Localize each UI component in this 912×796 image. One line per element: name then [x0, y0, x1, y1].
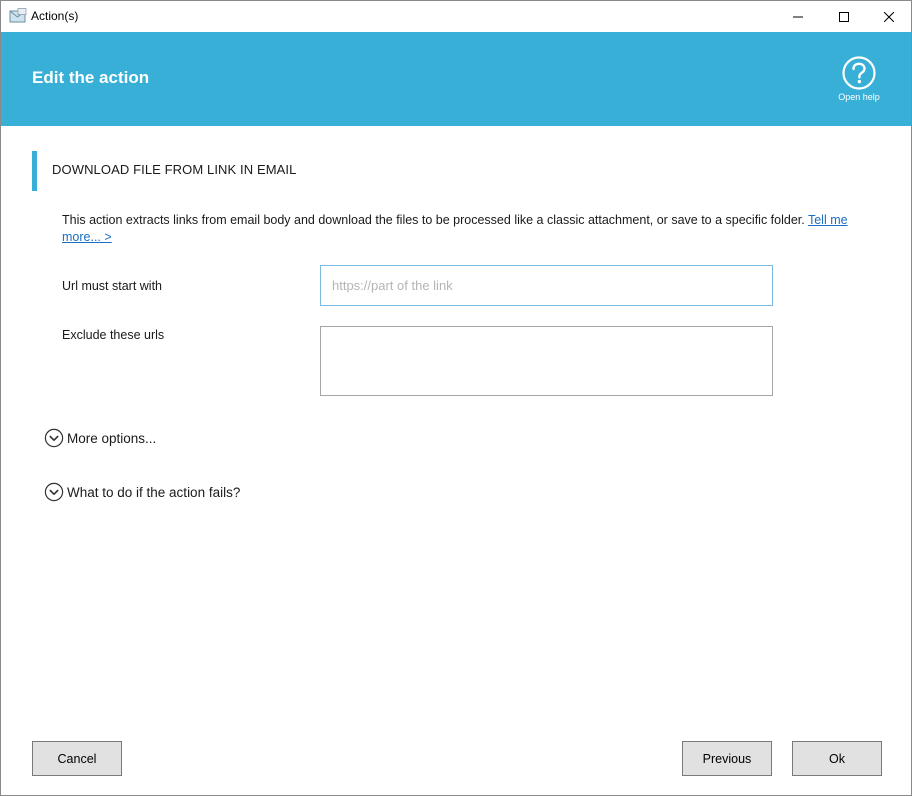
chevron-down-circle-icon	[44, 428, 64, 448]
close-button[interactable]	[866, 1, 912, 32]
open-help-label: Open help	[838, 92, 880, 102]
action-dialog-window: Action(s) Edit the action Open help DOWN…	[0, 0, 912, 796]
section-title: DOWNLOAD FILE FROM LINK IN EMAIL	[52, 162, 297, 177]
description-text: This action extracts links from email bo…	[62, 213, 808, 227]
on-fail-label: What to do if the action fails?	[67, 484, 241, 500]
maximize-icon	[839, 11, 849, 22]
cancel-button[interactable]: Cancel	[32, 741, 122, 776]
url-start-input[interactable]	[320, 265, 773, 306]
on-fail-expander[interactable]: What to do if the action fails?	[44, 482, 240, 502]
section-accent-bar	[32, 151, 37, 191]
ok-button[interactable]: Ok	[792, 741, 882, 776]
question-circle-icon	[842, 56, 876, 90]
title-bar: Action(s)	[1, 1, 911, 32]
close-icon	[884, 11, 894, 22]
previous-button[interactable]: Previous	[682, 741, 772, 776]
maximize-button[interactable]	[821, 1, 867, 32]
more-options-expander[interactable]: More options...	[44, 428, 156, 448]
header-title: Edit the action	[32, 68, 150, 87]
url-start-label: Url must start with	[62, 279, 163, 293]
more-options-label: More options...	[67, 430, 157, 446]
minimize-icon	[793, 16, 803, 17]
minimize-button[interactable]	[775, 1, 821, 32]
exclude-urls-label: Exclude these urls	[62, 328, 165, 342]
chevron-down-circle-icon	[44, 482, 64, 502]
window-title: Action(s)	[31, 9, 79, 23]
envelope-app-icon	[9, 8, 27, 24]
open-help-button[interactable]: Open help	[831, 56, 887, 106]
dialog-header: Edit the action Open help	[1, 32, 911, 126]
action-description: This action extracts links from email bo…	[62, 212, 882, 246]
exclude-urls-input[interactable]	[320, 326, 773, 396]
